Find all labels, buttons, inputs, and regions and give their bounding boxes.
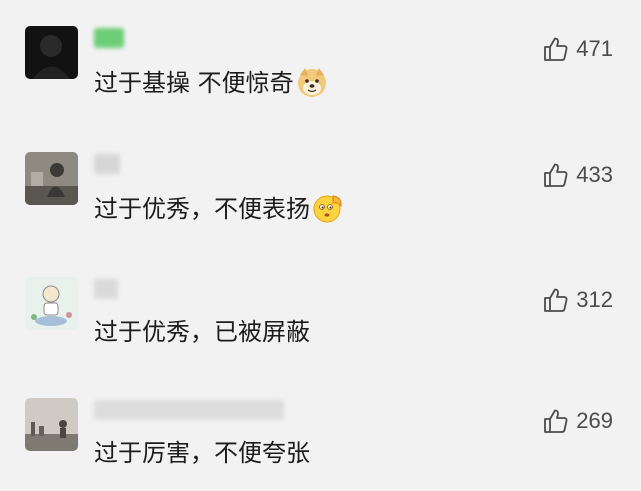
doge-emoji — [296, 66, 328, 105]
avatar[interactable] — [25, 398, 78, 451]
avatar[interactable] — [25, 277, 78, 330]
comment-text-content: 过于基操 不便惊奇 — [94, 69, 294, 97]
like-button[interactable]: 269 — [543, 408, 613, 434]
like-button[interactable]: 312 — [543, 287, 613, 313]
thumbs-up-icon — [544, 409, 568, 433]
comment-text: 过于优秀，已被屏蔽 — [94, 317, 310, 347]
nickname-redacted[interactable] — [94, 28, 124, 48]
comment-text-content: 过于优秀，不便表扬 — [94, 195, 310, 223]
comment-text: 过于优秀，不便表扬 — [94, 192, 344, 231]
thumbs-up-icon — [544, 288, 568, 312]
comment-item: 过于基操 不便惊奇 471 — [0, 26, 641, 136]
nickname-redacted[interactable] — [94, 400, 284, 420]
nickname-redacted[interactable] — [94, 279, 118, 299]
thumbs-up-icon — [544, 37, 568, 61]
comment-text-content: 过于优秀，已被屏蔽 — [94, 318, 310, 346]
thumbs-up-icon — [544, 163, 568, 187]
avatar[interactable] — [25, 152, 78, 205]
like-count: 312 — [576, 287, 613, 312]
comment-item: 过于厉害，不便夸张 269 — [0, 398, 641, 491]
like-button[interactable]: 471 — [543, 36, 613, 62]
like-button[interactable]: 433 — [543, 162, 613, 188]
comment-text-content: 过于厉害，不便夸张 — [94, 439, 310, 467]
avatar[interactable] — [25, 26, 78, 79]
comment-text: 过于厉害，不便夸张 — [94, 438, 310, 468]
salute-emoji — [312, 192, 344, 231]
nickname-redacted[interactable] — [94, 154, 120, 174]
comment-text: 过于基操 不便惊奇 — [94, 66, 328, 105]
like-count: 471 — [576, 36, 613, 61]
like-count: 433 — [576, 162, 613, 187]
comment-item: 过于优秀，不便表扬 433 — [0, 152, 641, 262]
comment-item: 过于优秀，已被屏蔽 312 — [0, 277, 641, 387]
comment-list: 过于基操 不便惊奇 471 过于优秀，不便表扬 433 过于优秀，已被屏蔽 31… — [0, 0, 641, 491]
like-count: 269 — [576, 408, 613, 433]
